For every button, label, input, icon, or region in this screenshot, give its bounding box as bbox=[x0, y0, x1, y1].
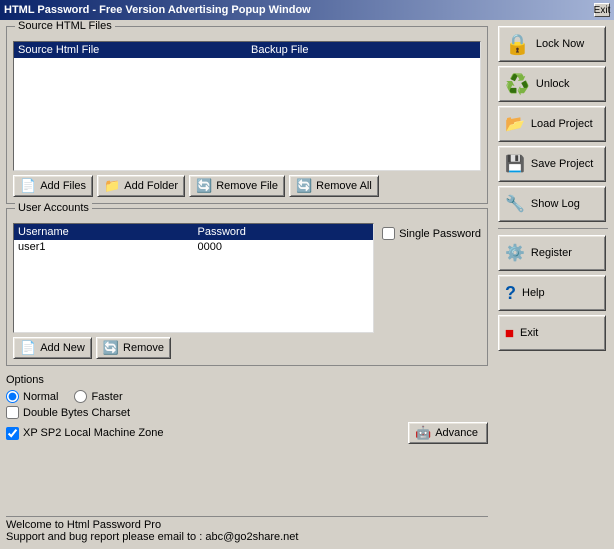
single-password-row[interactable]: Single Password bbox=[382, 227, 481, 240]
add-new-label: Add New bbox=[40, 342, 85, 354]
show-log-label: Show Log bbox=[531, 198, 580, 210]
options-section: Options Normal Faster Double Bytes Chars… bbox=[6, 370, 488, 444]
double-bytes-label: Double Bytes Charset bbox=[23, 407, 130, 419]
save-project-button[interactable]: 💾 Save Project bbox=[498, 146, 606, 182]
remove-file-icon: 🔄 bbox=[196, 178, 212, 194]
status-line-1: Welcome to Html Password Pro bbox=[6, 519, 488, 531]
add-files-icon: 📄 bbox=[20, 178, 36, 194]
status-separator bbox=[6, 516, 488, 517]
exit-label: Exit bbox=[520, 327, 538, 339]
help-label: Help bbox=[522, 287, 545, 299]
sidebar-separator bbox=[498, 228, 608, 229]
xp-sp2-label[interactable]: XP SP2 Local Machine Zone bbox=[6, 427, 163, 440]
faster-radio-text: Faster bbox=[91, 391, 122, 403]
save-project-icon: 💾 bbox=[505, 154, 525, 174]
unlock-label: Unlock bbox=[536, 78, 570, 90]
right-sidebar: 🔒 Lock Now ♻️ Unlock 📂 Load Project 💾 Sa… bbox=[494, 20, 614, 549]
remove-file-button[interactable]: 🔄 Remove File bbox=[189, 175, 285, 197]
status-line-2: Support and bug report please email to :… bbox=[6, 531, 488, 543]
user-buttons-row: 📄 Add New 🔄 Remove bbox=[13, 337, 374, 359]
unlock-button[interactable]: ♻️ Unlock bbox=[498, 66, 606, 102]
lock-now-label: Lock Now bbox=[536, 38, 584, 50]
remove-all-label: Remove All bbox=[316, 180, 372, 192]
normal-radio-label[interactable]: Normal bbox=[6, 390, 58, 403]
add-files-label: Add Files bbox=[40, 180, 86, 192]
user-right-panel: Single Password bbox=[382, 223, 481, 243]
single-password-label: Single Password bbox=[399, 228, 481, 240]
faster-radio[interactable] bbox=[74, 390, 87, 403]
remove-user-icon: 🔄 bbox=[103, 340, 119, 356]
file-col-backup: Backup File bbox=[247, 42, 480, 58]
advance-button[interactable]: 🤖 Advance bbox=[408, 422, 488, 444]
register-icon: ⚙️ bbox=[505, 243, 525, 263]
user-accounts-label: User Accounts bbox=[15, 202, 92, 214]
user-list-header: Username Password bbox=[14, 224, 373, 240]
lock-now-button[interactable]: 🔒 Lock Now bbox=[498, 26, 606, 62]
user-accounts-group: User Accounts Username Password user1 00… bbox=[6, 208, 488, 366]
unlock-icon: ♻️ bbox=[505, 72, 530, 97]
title-bar: HTML Password - Free Version Advertising… bbox=[0, 0, 614, 20]
left-panel: Source HTML Files Source Html File Backu… bbox=[0, 20, 494, 549]
user-password-cell: 0000 bbox=[194, 240, 374, 254]
load-project-button[interactable]: 📂 Load Project bbox=[498, 106, 606, 142]
show-log-icon: 🔧 bbox=[505, 194, 525, 214]
user-accounts-section: Username Password user1 0000 📄 Add New bbox=[13, 223, 481, 359]
exit-icon: ⏹ bbox=[505, 323, 514, 344]
advance-label: Advance bbox=[435, 427, 478, 439]
user-list-table: Username Password user1 0000 bbox=[13, 223, 374, 333]
title-exit-button[interactable]: Exit bbox=[594, 3, 610, 17]
remove-all-icon: 🔄 bbox=[296, 178, 312, 194]
register-button[interactable]: ⚙️ Register bbox=[498, 235, 606, 271]
register-label: Register bbox=[531, 247, 572, 259]
remove-user-button[interactable]: 🔄 Remove bbox=[96, 337, 171, 359]
advance-icon: 🤖 bbox=[415, 425, 431, 441]
options-radio-row: Normal Faster bbox=[6, 390, 488, 403]
user-username-cell: user1 bbox=[14, 240, 194, 254]
user-col-username: Username bbox=[14, 224, 194, 240]
xp-sp2-checkbox[interactable] bbox=[6, 427, 19, 440]
source-files-group: Source HTML Files Source Html File Backu… bbox=[6, 26, 488, 204]
remove-all-button[interactable]: 🔄 Remove All bbox=[289, 175, 379, 197]
user-col-password: Password bbox=[194, 224, 374, 240]
file-col-source: Source Html File bbox=[14, 42, 247, 58]
help-button[interactable]: ? Help bbox=[498, 275, 606, 311]
load-project-icon: 📂 bbox=[505, 114, 525, 134]
xp-sp2-row: XP SP2 Local Machine Zone 🤖 Advance bbox=[6, 422, 488, 444]
help-icon: ? bbox=[505, 283, 516, 304]
exit-button[interactable]: ⏹ Exit bbox=[498, 315, 606, 351]
add-folder-icon: 📁 bbox=[104, 178, 120, 194]
add-files-button[interactable]: 📄 Add Files bbox=[13, 175, 93, 197]
double-bytes-row: Double Bytes Charset bbox=[6, 406, 488, 419]
add-new-button[interactable]: 📄 Add New bbox=[13, 337, 92, 359]
double-bytes-checkbox[interactable] bbox=[6, 406, 19, 419]
status-bar: Welcome to Html Password Pro Support and… bbox=[6, 514, 488, 543]
single-password-checkbox[interactable] bbox=[382, 227, 395, 240]
remove-user-label: Remove bbox=[123, 342, 164, 354]
user-list-area: Username Password user1 0000 📄 Add New bbox=[13, 223, 374, 359]
file-buttons-row: 📄 Add Files 📁 Add Folder 🔄 Remove File 🔄… bbox=[13, 175, 481, 197]
remove-file-label: Remove File bbox=[216, 180, 278, 192]
normal-radio[interactable] bbox=[6, 390, 19, 403]
lock-now-icon: 🔒 bbox=[505, 32, 530, 57]
normal-radio-text: Normal bbox=[23, 391, 58, 403]
save-project-label: Save Project bbox=[531, 158, 593, 170]
title-bar-text: HTML Password - Free Version Advertising… bbox=[4, 4, 311, 16]
add-new-icon: 📄 bbox=[20, 340, 36, 356]
file-list-area: Source Html File Backup File bbox=[13, 41, 481, 171]
show-log-button[interactable]: 🔧 Show Log bbox=[498, 186, 606, 222]
xp-sp2-text: XP SP2 Local Machine Zone bbox=[23, 427, 163, 439]
source-files-label: Source HTML Files bbox=[15, 20, 115, 32]
table-row: user1 0000 bbox=[14, 240, 373, 254]
load-project-label: Load Project bbox=[531, 118, 593, 130]
faster-radio-label[interactable]: Faster bbox=[74, 390, 122, 403]
file-list-header: Source Html File Backup File bbox=[14, 42, 480, 58]
add-folder-button[interactable]: 📁 Add Folder bbox=[97, 175, 185, 197]
options-label: Options bbox=[6, 374, 488, 386]
add-folder-label: Add Folder bbox=[124, 180, 178, 192]
